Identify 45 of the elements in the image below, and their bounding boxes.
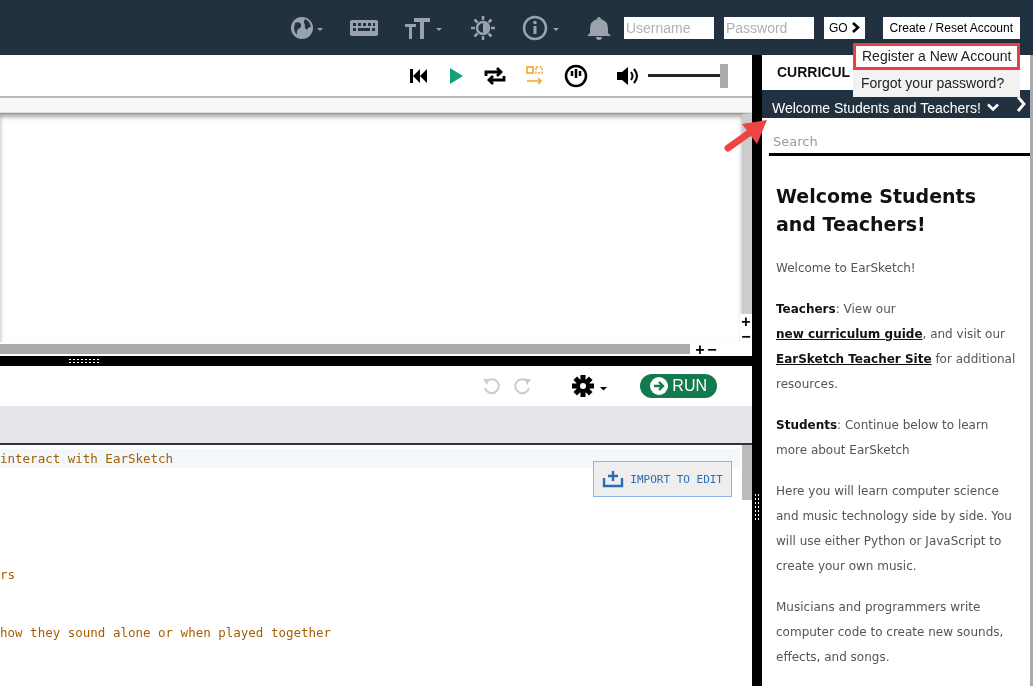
paragraph: Students: Continue below to learn more about EarSketch	[776, 417, 990, 459]
volume-icon[interactable]	[616, 65, 640, 86]
create-account-button[interactable]: Create / Reset Account	[882, 16, 1020, 39]
zoom-button[interactable]: −	[706, 341, 718, 357]
run-button[interactable]: RUN	[640, 374, 717, 398]
panel-title: CURRICUL	[777, 64, 851, 81]
zoom-button[interactable]: +	[694, 341, 706, 357]
paragraph: Musicians and programmers write computer code to create new sounds, effects, and songs.	[776, 599, 1005, 666]
arrow-circle-icon	[650, 377, 669, 395]
zoom-button[interactable]: −	[740, 329, 752, 344]
import-to-edit-button[interactable]: IMPORT TO EDIT	[593, 461, 732, 497]
chapter-selector[interactable]: Welcome Students and Teachers!	[772, 99, 999, 116]
annotation-arrow	[724, 118, 768, 152]
globe-icon[interactable]	[289, 15, 324, 40]
info-icon[interactable]	[521, 14, 560, 41]
scrollbar[interactable]	[742, 445, 752, 500]
splitter-handle[interactable]	[752, 55, 762, 686]
menu-item[interactable]: Register a New Account	[853, 43, 1020, 70]
settings-icon[interactable]	[572, 375, 609, 397]
splitter-handle[interactable]	[0, 356, 752, 366]
code-line: rs	[0, 565, 17, 584]
paragraph: Here you will learn computer science and music technology side by side. You will use either Python or JavaScript to create your own music.	[776, 483, 1013, 575]
chevron-down-icon	[986, 103, 999, 113]
keyboard-icon[interactable]	[349, 17, 378, 38]
loop-icon[interactable]	[484, 65, 506, 86]
paragraph: Welcome to EarSketch!	[776, 260, 917, 277]
heading: Welcome Students and Teachers!	[776, 184, 977, 237]
chevron-right-icon	[850, 22, 860, 33]
scrollbar[interactable]	[0, 344, 690, 354]
zoom-button[interactable]: +	[740, 314, 752, 329]
link[interactable]: new curriculum guide	[776, 327, 923, 341]
link[interactable]: EarSketch Teacher Site	[776, 352, 932, 366]
code-line: how they sound alone or when played together	[0, 623, 333, 642]
bell-icon[interactable]	[585, 14, 612, 41]
menu-item[interactable]: Forgot your password?	[853, 70, 1020, 97]
username-field[interactable]: Username	[623, 16, 714, 39]
brightness-icon[interactable]	[469, 14, 496, 41]
paragraph: Teachers: View our new curriculum guide, and visit our EarSketch Teacher Site for additional resources.	[776, 301, 1017, 393]
skip-back-icon[interactable]	[410, 67, 428, 84]
tray-plus-icon	[602, 470, 625, 488]
password-field[interactable]: Password	[723, 16, 814, 39]
chevron-right-icon[interactable]	[1016, 95, 1026, 112]
go-button[interactable]: GO	[823, 16, 865, 39]
play-icon[interactable]	[448, 66, 464, 85]
metronome-icon[interactable]	[564, 63, 588, 88]
